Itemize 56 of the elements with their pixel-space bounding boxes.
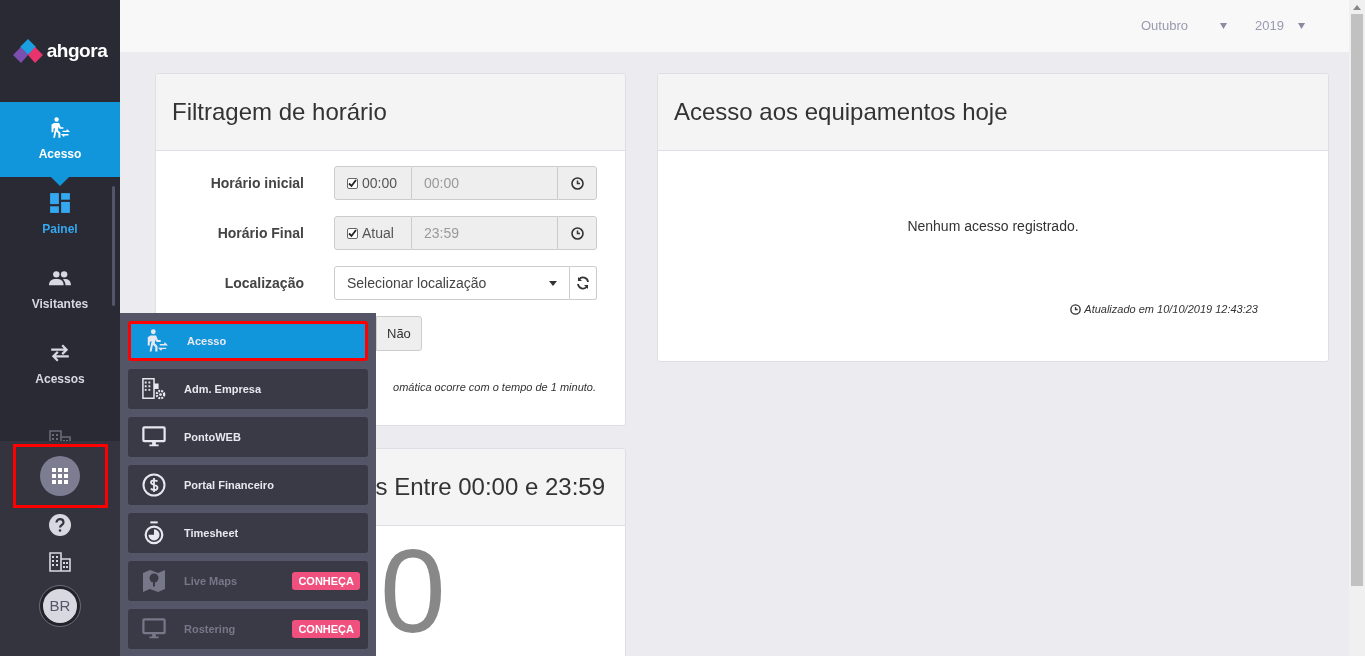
person-with-arrows-icon (49, 116, 71, 139)
app-menu-item[interactable]: PontoWEB (128, 417, 368, 457)
help-button[interactable] (49, 514, 71, 536)
check-icon (348, 178, 357, 188)
map-pin-icon (142, 569, 166, 593)
company-button[interactable] (49, 552, 71, 572)
dropdown-arrow-icon (1298, 23, 1305, 29)
clock-button[interactable] (557, 166, 597, 200)
refresh-button[interactable] (570, 266, 597, 300)
field-label: Horário inicial (209, 173, 304, 193)
checkbox[interactable]: Atual (334, 216, 412, 250)
stopwatch-icon (142, 521, 166, 545)
note-text: omática ocorre com o tempo de 1 minuto. (393, 380, 596, 395)
logo-icon (12, 39, 43, 63)
monitor-icon (142, 425, 166, 449)
page-scrollbar[interactable] (1349, 0, 1365, 656)
dropdown-arrow-icon (1220, 23, 1227, 29)
dropdown-arrow-icon (549, 280, 557, 286)
toggle-button[interactable]: Não (376, 316, 422, 351)
clock-button[interactable] (557, 216, 597, 250)
dollar-coin-icon (142, 473, 166, 497)
check-icon (348, 228, 357, 238)
logo-text: ahgora (46, 38, 108, 63)
clock-icon (570, 226, 584, 240)
clock-icon (1070, 303, 1082, 315)
person-with-arrows-icon (145, 329, 169, 353)
checkbox[interactable]: 00:00 (334, 166, 412, 200)
sidebar-scrollbar[interactable] (112, 186, 115, 306)
apps-button[interactable] (40, 456, 80, 496)
app-menu-item[interactable]: Adm. Empresa (128, 369, 368, 409)
sidebar-item[interactable]: Painel (0, 177, 120, 252)
empty-message: Nenhum acesso registrado. (907, 216, 1079, 236)
clock-icon (570, 176, 584, 190)
card-title: s Entre 00:00 e 23:59 (375, 472, 605, 502)
app-menu-item[interactable]: Portal Financeiro (128, 465, 368, 505)
user-avatar[interactable]: BR (40, 586, 80, 626)
refresh-icon (576, 276, 590, 290)
promo-badge: CONHEÇA (292, 619, 360, 639)
card-title: Filtragem de horário (172, 97, 387, 127)
sidebar-item[interactable]: Visitantes (0, 252, 120, 327)
scroll-up-arrow-icon (1353, 5, 1361, 10)
card-title: Acesso aos equipamentos hoje (674, 97, 1008, 127)
help-icon (55, 518, 65, 532)
updated-text: Atualizado em 10/10/2019 12:43:23 (1084, 302, 1258, 317)
location-select[interactable]: Selecionar localização (334, 266, 570, 300)
field-label: Localização (223, 273, 304, 293)
field-label: Horário Final (216, 223, 304, 243)
building-icon (49, 552, 71, 572)
count-value: 0 (380, 526, 447, 656)
promo-badge: CONHEÇA (292, 571, 360, 591)
app-menu-item[interactable]: Timesheet (128, 513, 368, 553)
dashboard-icon (49, 191, 71, 214)
building-gear-icon (142, 377, 166, 401)
grid-icon (52, 468, 68, 484)
monitor-icon (142, 617, 166, 641)
sidebar-item[interactable]: Acessos (0, 327, 120, 402)
